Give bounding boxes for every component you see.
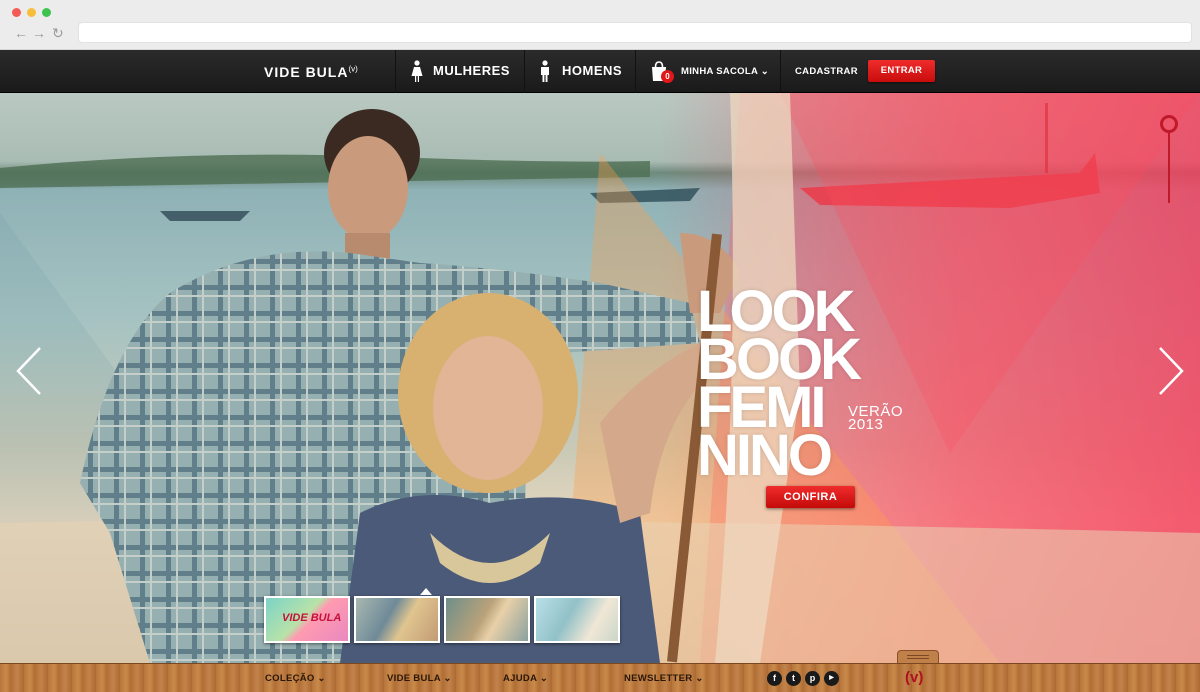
forward-arrow-icon[interactable]: → bbox=[32, 24, 46, 42]
header-divider bbox=[524, 50, 525, 93]
header-divider bbox=[395, 50, 396, 93]
nav-mulheres[interactable]: MULHERES bbox=[433, 63, 510, 78]
logo-text: VIDE BULA bbox=[264, 64, 349, 80]
footer-newsletter-link[interactable]: NEWSLETTER ⌄ bbox=[624, 673, 704, 684]
nav-homens[interactable]: HOMENS bbox=[562, 63, 622, 78]
lookbook-title: LOOK BOOK FEMI NINO bbox=[697, 283, 862, 488]
thumb-label: VIDE BULA bbox=[282, 612, 342, 624]
footer-vide-bula-link[interactable]: VIDE BULA ⌄ bbox=[387, 673, 452, 684]
woman-icon bbox=[411, 60, 423, 82]
browser-chrome: ← → ↻ bbox=[0, 0, 1200, 50]
tab-grip-line bbox=[907, 658, 929, 659]
slide-thumbnail[interactable] bbox=[354, 596, 440, 643]
footer-ajuda-link[interactable]: AJUDA ⌄ bbox=[503, 673, 548, 684]
footer-logo[interactable]: (v) bbox=[905, 669, 923, 686]
slide-thumbnail[interactable] bbox=[534, 596, 620, 643]
active-thumb-caret bbox=[420, 588, 432, 595]
pinterest-icon[interactable]: p bbox=[805, 671, 820, 686]
slide-thumbnail[interactable] bbox=[444, 596, 530, 643]
maximize-window-icon[interactable] bbox=[42, 8, 51, 17]
buoy-pole bbox=[1168, 133, 1170, 203]
footer-expand-tab[interactable] bbox=[897, 650, 939, 664]
prev-slide-arrow-icon[interactable] bbox=[14, 346, 44, 396]
buoy-marker-icon bbox=[1160, 115, 1178, 133]
season-label: VERÃO 2013 bbox=[848, 404, 903, 432]
slide-thumbnail[interactable]: VIDE BULA bbox=[264, 596, 350, 643]
youtube-icon[interactable]: ▶ bbox=[824, 671, 839, 686]
title-line: NINO bbox=[697, 423, 833, 488]
site-footer: COLEÇÃO ⌄ VIDE BULA ⌄ AJUDA ⌄ NEWSLETTER… bbox=[0, 663, 1200, 692]
register-link[interactable]: CADASTRAR bbox=[795, 66, 858, 77]
hero-banner: LOOK BOOK FEMI NINO VERÃO 2013 CONFIRA V… bbox=[0, 93, 1200, 663]
man-icon bbox=[541, 60, 549, 82]
minimize-window-icon[interactable] bbox=[27, 8, 36, 17]
footer-colecao-link[interactable]: COLEÇÃO ⌄ bbox=[265, 673, 326, 684]
twitter-icon[interactable]: t bbox=[786, 671, 801, 686]
facebook-icon[interactable]: f bbox=[767, 671, 782, 686]
site-header: VIDE BULA(v) MULHERES HOMENS 0 MINHA SAC… bbox=[0, 50, 1200, 93]
confira-button[interactable]: CONFIRA bbox=[766, 486, 855, 508]
cart-count-badge: 0 bbox=[661, 70, 674, 83]
login-button[interactable]: ENTRAR bbox=[868, 60, 935, 82]
reload-icon[interactable]: ↻ bbox=[52, 24, 64, 42]
minha-sacola-dropdown[interactable]: MINHA SACOLA ⌄ bbox=[681, 66, 769, 77]
back-arrow-icon[interactable]: ← bbox=[14, 24, 28, 42]
address-bar[interactable] bbox=[78, 22, 1192, 43]
logo-mark: (v) bbox=[348, 64, 358, 74]
header-divider bbox=[780, 50, 781, 93]
site-logo[interactable]: VIDE BULA(v) bbox=[264, 64, 358, 80]
close-window-icon[interactable] bbox=[12, 8, 21, 17]
header-divider bbox=[635, 50, 636, 93]
next-slide-arrow-icon[interactable] bbox=[1156, 346, 1186, 396]
hero-photo bbox=[0, 93, 1200, 663]
tab-grip-line bbox=[907, 655, 929, 656]
